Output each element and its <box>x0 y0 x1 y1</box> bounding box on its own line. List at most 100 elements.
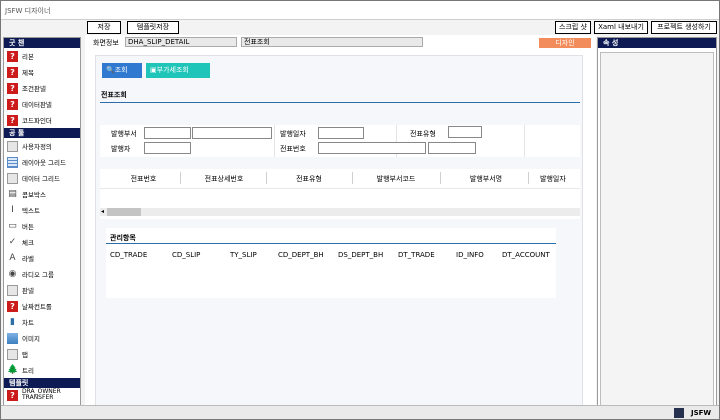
toolbox-item-code-finder[interactable]: ? 코드파인더 <box>4 112 80 128</box>
section-title: 전표조회 <box>101 91 127 99</box>
toolbox-item-check[interactable]: ✓ 체크 <box>4 234 80 250</box>
grid-col-5[interactable]: 발행일자 <box>540 174 580 184</box>
toolbox-item-panel[interactable]: 판넬 <box>4 282 80 298</box>
control-header: 굿 챈 <box>4 38 80 48</box>
grid-col-0[interactable]: 전표번호 <box>116 174 171 184</box>
horizontal-scrollbar[interactable]: ◂ <box>100 208 580 216</box>
screen-info-bar: 화면정보 DHA_SLIP_DETAIL 전표조회 디자인 <box>85 37 596 48</box>
properties-header: 속 성 <box>598 38 716 48</box>
design-canvas[interactable]: 🔍조회 ▣부가세조회 전표조회 발행부서 발행일자 전표유형 발행자 전표번호 … <box>95 55 583 407</box>
xaml-export-button[interactable]: Xaml 내보내기 <box>594 21 648 34</box>
date-input[interactable] <box>318 127 364 139</box>
toolbox-item-date-control[interactable]: ? 날짜컨트롤 <box>4 298 80 314</box>
manage-items-grid[interactable]: 관리항목 CD_TRADE CD_SLIP TY_SLIP CD_DEPT_BH… <box>106 228 556 298</box>
screen-name-field[interactable]: 전표조회 <box>241 37 423 47</box>
toolbox-panel: 굿 챈 ? 리본 ? 제목 ? 조건판넬 ? 데이터판넬 ? 코드파인더 공 툴 사용자정… <box>3 37 81 409</box>
scrollbar-thumb[interactable] <box>107 208 141 216</box>
toolbox-item-text[interactable]: I 텍스트 <box>4 202 80 218</box>
toolbox-item-title[interactable]: ? 제목 <box>4 64 80 80</box>
manage-items-title: 관리항목 <box>110 234 136 242</box>
question-icon: ? <box>7 389 18 401</box>
manage-col-2[interactable]: TY_SLIP <box>230 251 257 259</box>
layout-grid-icon <box>7 156 18 168</box>
project-generate-button[interactable]: 프로젝트 생성하기 <box>651 21 717 34</box>
question-icon: ? <box>7 300 18 312</box>
label-icon: A <box>9 252 16 263</box>
toolbox-item-button[interactable]: ▭ 버튼 <box>4 218 80 234</box>
app-window: JSFW 디자이너 저장 템플릿저장 스크립 샷 Xaml 내보내기 프로젝트 … <box>0 0 720 420</box>
toolbox-item-chart[interactable]: ▮ 차트 <box>4 314 80 330</box>
script-button[interactable]: 스크립 샷 <box>555 21 591 34</box>
toolbox-item-data-grid[interactable]: 데이터 그리드 <box>4 170 80 186</box>
dept-name-input[interactable] <box>192 127 272 139</box>
grid-header: 전표번호 전표상세번호 전표유형 발행부서코드 발행부서명 발행일자 <box>100 169 580 189</box>
grid-col-4[interactable]: 발행부서명 <box>448 174 524 184</box>
manage-col-1[interactable]: CD_SLIP <box>172 251 200 259</box>
search-icon: 🔍 <box>106 66 115 74</box>
toolbox-item-ribbon[interactable]: ? 리본 <box>4 48 80 64</box>
button-icon: ▭ <box>8 220 17 231</box>
text-cursor-icon: I <box>11 204 14 215</box>
toolbar: 저장 템플릿저장 스크립 샷 Xaml 내보내기 프로젝트 생성하기 <box>1 20 719 35</box>
title-bar: JSFW 디자이너 <box>1 1 719 20</box>
question-icon: ? <box>7 114 18 126</box>
manage-col-7[interactable]: DT_ACCOUNT <box>502 251 552 259</box>
tools-header: 공 툴 <box>4 128 80 138</box>
question-icon: ? <box>7 50 18 62</box>
issuer-label: 발행자 <box>111 145 131 153</box>
toolbox-item-combobox[interactable]: ▤ 콤보박스 <box>4 186 80 202</box>
slip-no-label: 전표번호 <box>280 145 306 153</box>
manage-col-0[interactable]: CD_TRADE <box>110 251 147 259</box>
manage-col-3[interactable]: CD_DEPT_BH <box>278 251 324 259</box>
date-label: 발행일자 <box>280 130 306 138</box>
manage-col-4[interactable]: DS_DEPT_BH <box>338 251 383 259</box>
card-icon: ▣ <box>150 66 157 74</box>
radio-icon: ◉ <box>8 268 17 279</box>
template-item-owner-transfer[interactable]: ? DRA_OWNER TRANSFER <box>4 388 80 402</box>
slip-no-to-input[interactable] <box>428 142 476 154</box>
slip-no-from-input[interactable] <box>318 142 426 154</box>
toolbox-item-data-panel[interactable]: ? 데이터판넬 <box>4 96 80 112</box>
tab-icon <box>7 348 18 360</box>
toolbox-item-label[interactable]: A 라벨 <box>4 250 80 266</box>
combobox-icon: ▤ <box>8 188 17 199</box>
scroll-left-arrow-icon[interactable]: ◂ <box>101 208 104 216</box>
grid-col-3[interactable]: 발행부서코드 <box>358 174 434 184</box>
dept-label: 발행부서 <box>111 130 137 138</box>
type-label: 전표유형 <box>410 130 436 138</box>
screen-id-field[interactable]: DHA_SLIP_DETAIL <box>125 37 237 47</box>
properties-panel: 속 성 <box>597 37 717 409</box>
grid-col-1[interactable]: 전표상세번호 <box>186 174 262 184</box>
status-bar: JSFW <box>1 405 719 419</box>
design-button[interactable]: 디자인 <box>539 38 591 48</box>
template-header: 템플릿 <box>4 378 80 388</box>
grid-col-2[interactable]: 전표유형 <box>276 174 342 184</box>
window-title: JSFW 디자이너 <box>5 7 51 15</box>
type-input[interactable] <box>448 126 482 138</box>
toolbox-item-radio-group[interactable]: ◉ 라디오 그룹 <box>4 266 80 282</box>
manage-col-6[interactable]: ID_INFO <box>456 251 484 259</box>
toolbox-item-custom[interactable]: 사용자정의 <box>4 138 80 154</box>
image-icon <box>7 332 18 344</box>
save-button[interactable]: 저장 <box>87 21 121 34</box>
toolbox-item-condition-panel[interactable]: ? 조건판넬 <box>4 80 80 96</box>
extra-query-tab-button[interactable]: ▣부가세조회 <box>146 63 210 78</box>
panel-icon <box>7 284 18 296</box>
toolbox-item-tab[interactable]: 탭 <box>4 346 80 362</box>
question-icon: ? <box>7 82 18 94</box>
query-tab-button[interactable]: 🔍조회 <box>102 63 142 78</box>
checkmark-icon: ✓ <box>8 236 17 247</box>
jsfw-logo-icon <box>674 408 684 418</box>
question-icon: ? <box>7 98 18 110</box>
design-area: 화면정보 DHA_SLIP_DETAIL 전표조회 디자인 🔍조회 ▣부가세조회… <box>85 35 596 409</box>
toolbox-item-layout-grid[interactable]: 레이아웃 그리드 <box>4 154 80 170</box>
status-label: JSFW <box>691 409 712 417</box>
toolbox-item-tree[interactable]: 🌲 트리 <box>4 362 80 378</box>
toolbox-item-image[interactable]: 이미지 <box>4 330 80 346</box>
manage-col-5[interactable]: DT_TRADE <box>398 251 435 259</box>
properties-content[interactable] <box>600 52 714 406</box>
template-save-button[interactable]: 템플릿저장 <box>127 21 179 34</box>
slip-grid[interactable]: 전표번호 전표상세번호 전표유형 발행부서코드 발행부서명 발행일자 ◂ <box>100 169 580 219</box>
issuer-input[interactable] <box>144 142 191 154</box>
dept-code-input[interactable] <box>144 127 191 139</box>
